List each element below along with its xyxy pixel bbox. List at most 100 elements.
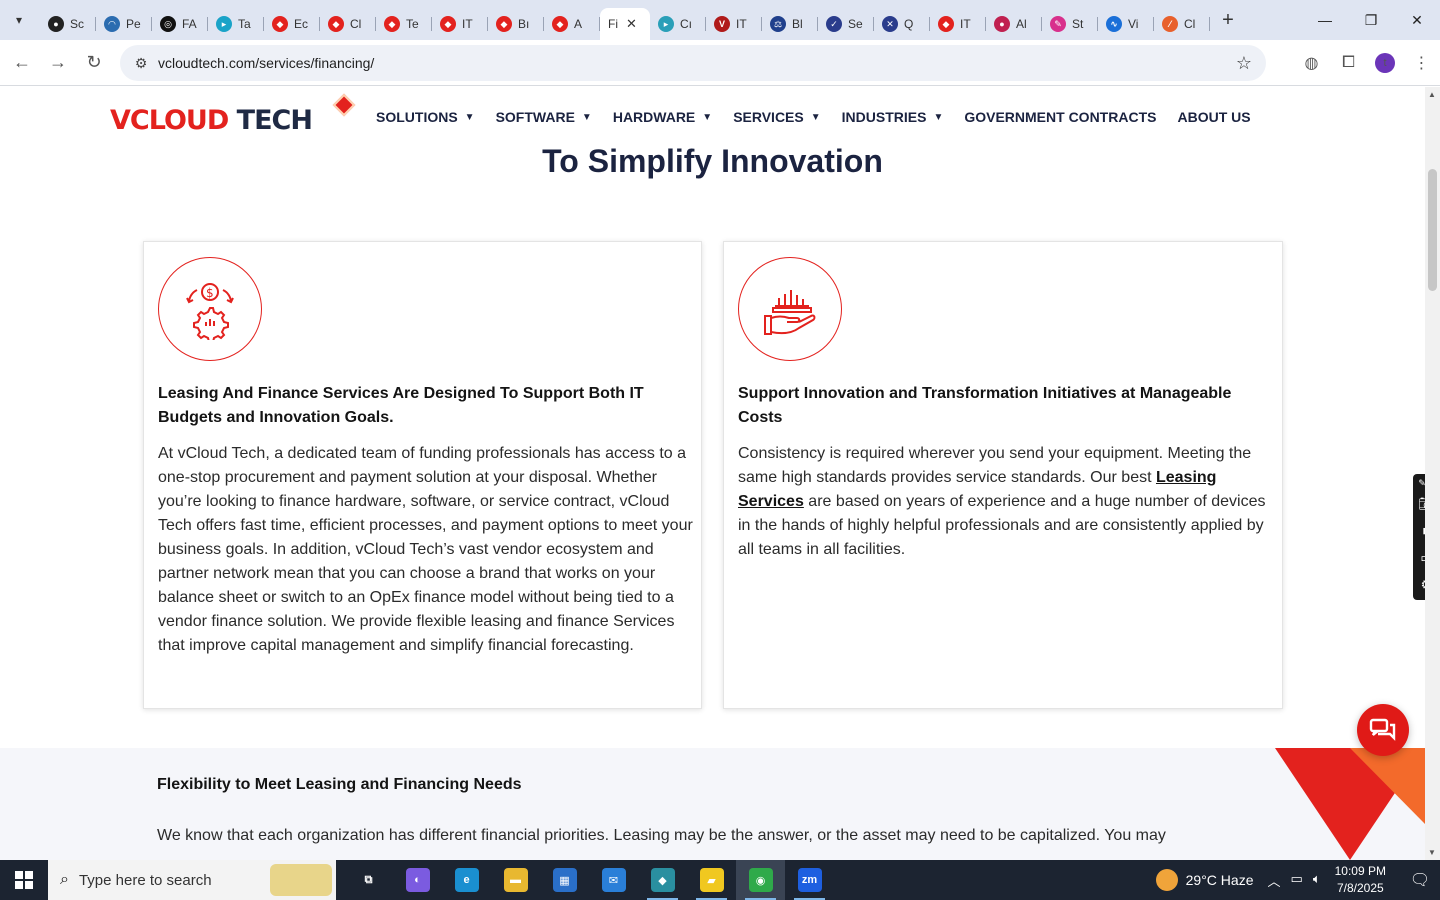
tab-favicon-icon: ∿ — [1106, 16, 1122, 32]
volume-icon[interactable]: 🔈︎ — [1313, 871, 1321, 890]
tab-active[interactable]: Fi ✕ — [600, 8, 650, 40]
tab-label: Al — [1016, 17, 1027, 31]
tab[interactable]: ● Al — [986, 8, 1042, 40]
tab-label: Pe — [126, 17, 141, 31]
tab[interactable]: ◎ FA — [152, 8, 208, 40]
tab[interactable]: ◠ Pe — [96, 8, 152, 40]
tab-favicon-icon: ◆ — [272, 16, 288, 32]
menu-item-government-contracts[interactable]: GOVERNMENT CONTRACTS — [964, 109, 1156, 125]
site-info-icon[interactable]: ⚙ — [126, 55, 156, 72]
card1-body: At vCloud Tech, a dedicated team of fund… — [158, 445, 693, 654]
logo-wordmark: VCLOUD TECH — [110, 105, 313, 136]
taskbar-app-edge[interactable]: e — [442, 860, 491, 900]
taskbar-app-sticky-notes[interactable]: ▰ — [687, 860, 736, 900]
close-tab-icon[interactable]: ✕ — [626, 16, 637, 32]
bookmark-star-icon[interactable]: ☆ — [1236, 53, 1252, 74]
menu-item-services[interactable]: SERVICES ▼ — [733, 109, 820, 125]
url-text[interactable]: vcloudtech.com/services/financing/ — [158, 55, 374, 71]
tab[interactable]: ◆ IT — [432, 8, 488, 40]
tab[interactable]: V IT — [706, 8, 762, 40]
close-window-button[interactable]: ✕ — [1394, 0, 1440, 40]
taskbar-app-zoom[interactable]: zm — [785, 860, 834, 900]
taskbar-app-mail[interactable]: ✉ — [589, 860, 638, 900]
caret-down-icon: ▼ — [933, 111, 944, 123]
scroll-down-arrow-icon[interactable]: ▼ — [1428, 848, 1436, 857]
back-button[interactable]: ← — [4, 45, 40, 81]
menu-item-hardware[interactable]: HARDWARE ▼ — [613, 109, 712, 125]
tab-search-button[interactable]: ▾ — [6, 7, 32, 33]
tab[interactable]: ◆ Ec — [264, 8, 320, 40]
chrome-icon: ◉ — [748, 868, 773, 892]
weather-haze-icon — [1155, 869, 1178, 891]
tab-list: ● Sc ◠ Pe ◎ FA ▸ Ta ◆ Ec ◆ Cl ◆ Te ◆ IT ◆ Bı ◆ A Fi ✕ ▸ Cı V IT ⚖ B… — [40, 0, 1210, 40]
vcloud-logo[interactable]: VCLOUD TECH — [110, 93, 360, 141]
zoom-icon: zm — [797, 868, 822, 892]
flexibility-section: Flexibility to Meet Leasing and Financin… — [0, 748, 1425, 860]
menu-item-label: SERVICES — [733, 109, 804, 125]
tab-favicon-icon: ◆ — [496, 16, 512, 32]
taskbar-app-copilot[interactable]: ◐ — [393, 860, 442, 900]
tab-label: Sc — [70, 17, 85, 31]
network-icon[interactable]: ▭ — [1291, 871, 1303, 890]
tab[interactable]: ⚖ Bl — [762, 8, 818, 40]
notifications-icon[interactable]: 🗨︎ — [1400, 870, 1440, 890]
extensions-icon[interactable]: ⧠ — [1330, 54, 1367, 72]
tab[interactable]: ∿ Vi — [1098, 8, 1154, 40]
new-tab-button[interactable]: + — [1214, 6, 1242, 34]
tab[interactable]: ✓ Se — [818, 8, 874, 40]
browser-menu-icon[interactable]: ⋮ — [1403, 53, 1440, 73]
tab-label: Bl — [792, 17, 803, 31]
tab[interactable]: ▸ Cı — [650, 8, 706, 40]
taskbar-app-file-explorer[interactable]: ▬ — [491, 860, 540, 900]
decorative-corner-shape — [1275, 748, 1425, 860]
tab[interactable]: ◆ A — [544, 8, 600, 40]
tab-favicon-icon: ▸ — [658, 16, 674, 32]
tab[interactable]: ◆ Bı — [488, 8, 544, 40]
menu-item-label: HARDWARE — [612, 109, 696, 125]
reload-button[interactable]: ↻ — [76, 45, 112, 81]
menu-item-about-us[interactable]: ABOUT US — [1177, 109, 1250, 125]
scroll-up-arrow-icon[interactable]: ▲ — [1428, 90, 1436, 99]
logo-word-tech: TECH — [236, 105, 313, 136]
caret-down-icon: ▼ — [581, 111, 592, 123]
taskbar-app-task-view[interactable]: ⧉ — [344, 860, 393, 900]
taskbar-app-store[interactable]: ▦ — [540, 860, 589, 900]
tab-favicon-icon: ◆ — [384, 16, 400, 32]
start-button[interactable] — [0, 860, 48, 900]
minimize-button[interactable]: — — [1302, 0, 1348, 40]
translate-icon[interactable]: ◍ — [1293, 53, 1330, 73]
menu-item-solutions[interactable]: SOLUTIONS ▼ — [376, 109, 475, 125]
taskbar-app-app-diamond[interactable]: ◆ — [638, 860, 687, 900]
scrollbar-thumb[interactable] — [1428, 169, 1437, 291]
tab[interactable]: ✕ Q — [874, 8, 930, 40]
show-hidden-icons-chevron-icon[interactable]: ︿ — [1268, 871, 1281, 890]
profile-avatar[interactable]: t — [1375, 53, 1395, 73]
task-view-icon: ⧉ — [364, 873, 373, 886]
taskbar-clock[interactable]: 10:09 PM 7/8/2025 — [1335, 863, 1386, 897]
tab[interactable]: ▸ Ta — [208, 8, 264, 40]
tab-label: A — [574, 17, 583, 31]
tab[interactable]: ◆ Te — [376, 8, 432, 40]
taskbar-app-chrome[interactable]: ◉ — [736, 860, 785, 900]
menu-item-label: GOVERNMENT CONTRACTS — [964, 109, 1157, 125]
weather-widget[interactable]: 29°C Haze — [1155, 869, 1254, 891]
taskbar-search-box[interactable]: ⌕ Type here to search — [48, 860, 336, 900]
address-bar[interactable]: ⚙ vcloudtech.com/services/financing/ ☆ — [120, 45, 1266, 81]
forward-button[interactable]: → — [40, 45, 76, 81]
menu-item-industries[interactable]: INDUSTRIES ▼ — [842, 109, 944, 125]
maximize-button[interactable]: ❐ — [1348, 0, 1394, 40]
tab-label: Ec — [294, 17, 309, 31]
menu-item-software[interactable]: SOFTWARE ▼ — [496, 109, 592, 125]
tab[interactable]: ◆ IT — [930, 8, 986, 40]
tab[interactable]: ◆ Cl — [320, 8, 376, 40]
browser-tab-strip: ▾ ● Sc ◠ Pe ◎ FA ▸ Ta ◆ Ec ◆ Cl ◆ Te ◆ IT ◆ Bı ◆ A Fi ✕ ▸ Cı V IT… — [0, 0, 1440, 40]
chat-widget-button[interactable] — [1357, 704, 1409, 756]
taskbar-apps: ⧉ ◐ e ▬ ▦ ✉ ◆ ▰ ◉ zm — [344, 860, 834, 900]
page-scrollbar[interactable]: ▲ ▼ — [1425, 87, 1440, 860]
tab[interactable]: ⁄ Cl — [1154, 8, 1210, 40]
copilot-icon: ◐ — [405, 868, 430, 892]
search-placeholder: Type here to search — [78, 871, 212, 889]
tab[interactable]: ✎ St — [1042, 8, 1098, 40]
tab-label: Se — [848, 17, 863, 31]
tab[interactable]: ● Sc — [40, 8, 96, 40]
